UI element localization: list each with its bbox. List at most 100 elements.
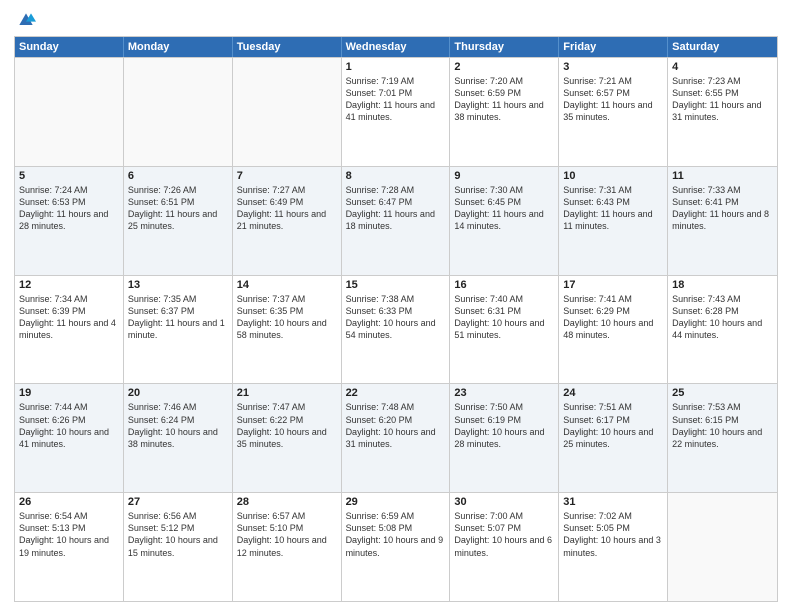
- calendar-cell: 18 Sunrise: 7:43 AM Sunset: 6:28 PM Dayli…: [668, 276, 777, 384]
- calendar-cell: 17 Sunrise: 7:41 AM Sunset: 6:29 PM Dayli…: [559, 276, 668, 384]
- day-detail: Sunrise: 7:43 AM Sunset: 6:28 PM Dayligh…: [672, 293, 773, 342]
- calendar-cell: [233, 58, 342, 166]
- day-detail: Sunrise: 7:23 AM Sunset: 6:55 PM Dayligh…: [672, 75, 773, 124]
- day-detail: Sunrise: 7:53 AM Sunset: 6:15 PM Dayligh…: [672, 401, 773, 450]
- day-detail: Sunrise: 7:37 AM Sunset: 6:35 PM Dayligh…: [237, 293, 337, 342]
- day-number: 6: [128, 170, 228, 182]
- calendar-cell: 15 Sunrise: 7:38 AM Sunset: 6:33 PM Dayli…: [342, 276, 451, 384]
- day-detail: Sunrise: 7:51 AM Sunset: 6:17 PM Dayligh…: [563, 401, 663, 450]
- day-detail: Sunrise: 6:59 AM Sunset: 5:08 PM Dayligh…: [346, 510, 446, 559]
- day-detail: Sunrise: 7:00 AM Sunset: 5:07 PM Dayligh…: [454, 510, 554, 559]
- day-detail: Sunrise: 7:02 AM Sunset: 5:05 PM Dayligh…: [563, 510, 663, 559]
- day-detail: Sunrise: 7:41 AM Sunset: 6:29 PM Dayligh…: [563, 293, 663, 342]
- day-number: 22: [346, 387, 446, 399]
- calendar-cell: 21Sunrise: 7:47 AM Sunset: 6:22 PM Dayli…: [233, 384, 342, 492]
- day-number: 10: [563, 170, 663, 182]
- calendar-row: 19Sunrise: 7:44 AM Sunset: 6:26 PM Dayli…: [15, 383, 777, 492]
- calendar-cell: [124, 58, 233, 166]
- calendar: SundayMondayTuesdayWednesdayThursdayFrid…: [14, 36, 778, 602]
- calendar-cell: 16Sunrise: 7:40 AM Sunset: 6:31 PM Dayli…: [450, 276, 559, 384]
- calendar-cell: 12 Sunrise: 7:34 AM Sunset: 6:39 PM Dayli…: [15, 276, 124, 384]
- day-number: 16: [454, 279, 554, 291]
- calendar-cell: 29 Sunrise: 6:59 AM Sunset: 5:08 PM Dayli…: [342, 493, 451, 601]
- day-detail: Sunrise: 6:56 AM Sunset: 5:12 PM Dayligh…: [128, 510, 228, 559]
- day-number: 12: [19, 279, 119, 291]
- day-number: 21: [237, 387, 337, 399]
- calendar-cell: 1 Sunrise: 7:19 AM Sunset: 7:01 PM Daylig…: [342, 58, 451, 166]
- day-number: 18: [672, 279, 773, 291]
- weekday-header: Monday: [124, 37, 233, 57]
- day-detail: Sunrise: 7:50 AM Sunset: 6:19 PM Dayligh…: [454, 401, 554, 450]
- calendar-cell: [15, 58, 124, 166]
- calendar-cell: 19Sunrise: 7:44 AM Sunset: 6:26 PM Dayli…: [15, 384, 124, 492]
- day-number: 13: [128, 279, 228, 291]
- day-detail: Sunrise: 7:26 AM Sunset: 6:51 PM Dayligh…: [128, 184, 228, 233]
- day-detail: Sunrise: 7:48 AM Sunset: 6:20 PM Dayligh…: [346, 401, 446, 450]
- day-number: 1: [346, 61, 446, 73]
- day-number: 31: [563, 496, 663, 508]
- day-number: 2: [454, 61, 554, 73]
- calendar-header: SundayMondayTuesdayWednesdayThursdayFrid…: [15, 37, 777, 57]
- calendar-cell: 26Sunrise: 6:54 AM Sunset: 5:13 PM Dayli…: [15, 493, 124, 601]
- logo: [14, 10, 36, 30]
- calendar-cell: 10 Sunrise: 7:31 AM Sunset: 6:43 PM Dayli…: [559, 167, 668, 275]
- calendar-cell: 31 Sunrise: 7:02 AM Sunset: 5:05 PM Dayli…: [559, 493, 668, 601]
- day-detail: Sunrise: 6:57 AM Sunset: 5:10 PM Dayligh…: [237, 510, 337, 559]
- day-number: 9: [454, 170, 554, 182]
- day-detail: Sunrise: 7:34 AM Sunset: 6:39 PM Dayligh…: [19, 293, 119, 342]
- calendar-cell: 6 Sunrise: 7:26 AM Sunset: 6:51 PM Daylig…: [124, 167, 233, 275]
- day-number: 23: [454, 387, 554, 399]
- calendar-cell: 27 Sunrise: 6:56 AM Sunset: 5:12 PM Dayli…: [124, 493, 233, 601]
- calendar-cell: 4 Sunrise: 7:23 AM Sunset: 6:55 PM Daylig…: [668, 58, 777, 166]
- day-number: 4: [672, 61, 773, 73]
- day-number: 20: [128, 387, 228, 399]
- day-detail: Sunrise: 7:21 AM Sunset: 6:57 PM Dayligh…: [563, 75, 663, 124]
- day-detail: Sunrise: 7:38 AM Sunset: 6:33 PM Dayligh…: [346, 293, 446, 342]
- calendar-body: 1 Sunrise: 7:19 AM Sunset: 7:01 PM Daylig…: [15, 57, 777, 601]
- day-detail: Sunrise: 7:19 AM Sunset: 7:01 PM Dayligh…: [346, 75, 446, 124]
- logo-text: [14, 10, 36, 30]
- weekday-header: Wednesday: [342, 37, 451, 57]
- weekday-header: Tuesday: [233, 37, 342, 57]
- calendar-cell: 22 Sunrise: 7:48 AM Sunset: 6:20 PM Dayli…: [342, 384, 451, 492]
- weekday-header: Sunday: [15, 37, 124, 57]
- day-detail: Sunrise: 7:31 AM Sunset: 6:43 PM Dayligh…: [563, 184, 663, 233]
- day-number: 25: [672, 387, 773, 399]
- page: SundayMondayTuesdayWednesdayThursdayFrid…: [0, 0, 792, 612]
- day-number: 7: [237, 170, 337, 182]
- weekday-header: Friday: [559, 37, 668, 57]
- calendar-cell: 24 Sunrise: 7:51 AM Sunset: 6:17 PM Dayli…: [559, 384, 668, 492]
- day-number: 17: [563, 279, 663, 291]
- day-number: 30: [454, 496, 554, 508]
- calendar-cell: 8 Sunrise: 7:28 AM Sunset: 6:47 PM Daylig…: [342, 167, 451, 275]
- calendar-cell: [668, 493, 777, 601]
- day-number: 27: [128, 496, 228, 508]
- day-detail: Sunrise: 7:24 AM Sunset: 6:53 PM Dayligh…: [19, 184, 119, 233]
- day-number: 8: [346, 170, 446, 182]
- day-number: 11: [672, 170, 773, 182]
- day-detail: Sunrise: 7:27 AM Sunset: 6:49 PM Dayligh…: [237, 184, 337, 233]
- calendar-row: 1 Sunrise: 7:19 AM Sunset: 7:01 PM Daylig…: [15, 57, 777, 166]
- calendar-cell: 3 Sunrise: 7:21 AM Sunset: 6:57 PM Daylig…: [559, 58, 668, 166]
- calendar-cell: 28 Sunrise: 6:57 AM Sunset: 5:10 PM Dayli…: [233, 493, 342, 601]
- day-detail: Sunrise: 7:30 AM Sunset: 6:45 PM Dayligh…: [454, 184, 554, 233]
- logo-icon: [16, 10, 36, 30]
- calendar-row: 5 Sunrise: 7:24 AM Sunset: 6:53 PM Daylig…: [15, 166, 777, 275]
- day-detail: Sunrise: 7:28 AM Sunset: 6:47 PM Dayligh…: [346, 184, 446, 233]
- day-number: 14: [237, 279, 337, 291]
- day-number: 5: [19, 170, 119, 182]
- day-detail: Sunrise: 7:46 AM Sunset: 6:24 PM Dayligh…: [128, 401, 228, 450]
- calendar-cell: 20 Sunrise: 7:46 AM Sunset: 6:24 PM Dayli…: [124, 384, 233, 492]
- day-number: 28: [237, 496, 337, 508]
- day-number: 24: [563, 387, 663, 399]
- day-number: 29: [346, 496, 446, 508]
- calendar-cell: 13Sunrise: 7:35 AM Sunset: 6:37 PM Dayli…: [124, 276, 233, 384]
- weekday-header: Thursday: [450, 37, 559, 57]
- weekday-header: Saturday: [668, 37, 777, 57]
- day-detail: Sunrise: 6:54 AM Sunset: 5:13 PM Dayligh…: [19, 510, 119, 559]
- calendar-cell: 30 Sunrise: 7:00 AM Sunset: 5:07 PM Dayli…: [450, 493, 559, 601]
- calendar-cell: 11Sunrise: 7:33 AM Sunset: 6:41 PM Dayli…: [668, 167, 777, 275]
- day-number: 3: [563, 61, 663, 73]
- day-number: 15: [346, 279, 446, 291]
- day-detail: Sunrise: 7:20 AM Sunset: 6:59 PM Dayligh…: [454, 75, 554, 124]
